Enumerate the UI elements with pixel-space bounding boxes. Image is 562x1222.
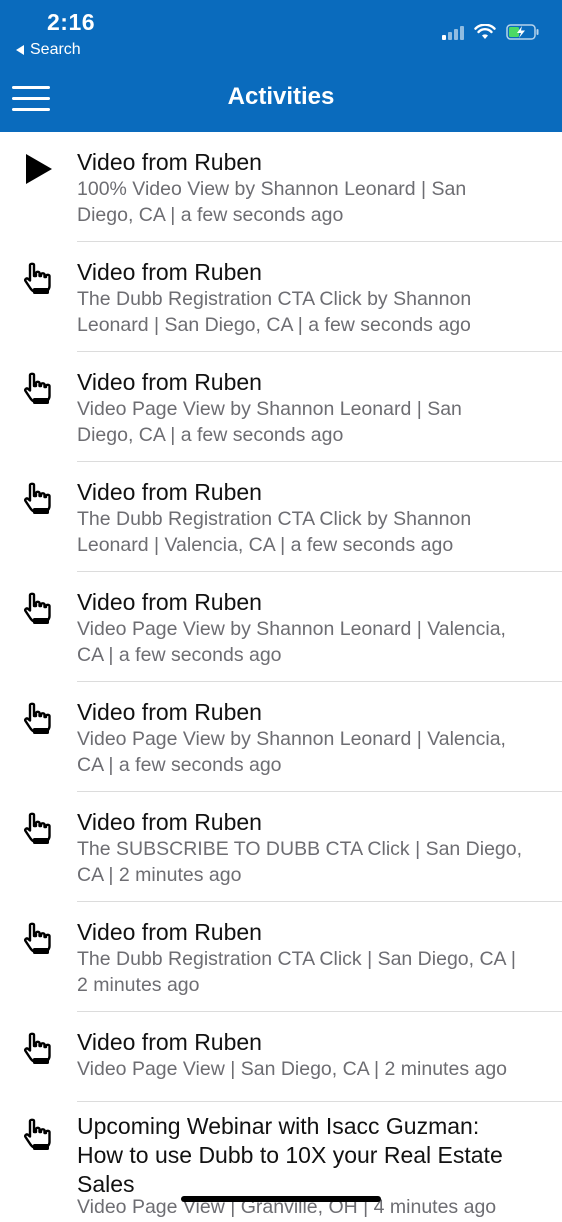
activity-title: Video from Ruben <box>77 809 262 835</box>
activity-title: How to use Dubb to 10X your Real Estate <box>77 1142 503 1168</box>
activity-detail: Video Page View by Shannon Leonard | San <box>77 398 462 420</box>
activity-detail: Diego, CA | a few seconds ago <box>77 204 344 226</box>
list-item[interactable]: Video from Ruben The SUBSCRIBE TO DUBB C… <box>0 792 562 902</box>
list-item[interactable]: Video from Ruben Video Page View by Shan… <box>0 352 562 462</box>
wifi-icon <box>474 24 496 39</box>
pointer-hand-icon <box>24 922 51 954</box>
pointer-hand-icon <box>24 1032 51 1064</box>
activity-detail: Video Page View by Shannon Leonard | Val… <box>77 618 506 640</box>
activity-detail: CA | a few seconds ago <box>77 754 282 776</box>
status-icons <box>442 24 540 40</box>
app-header: 2:16 Search Activities <box>0 0 562 132</box>
activity-title: Video from Ruben <box>77 919 262 945</box>
activity-title: Video from Ruben <box>77 369 262 395</box>
activity-title: Video from Ruben <box>77 259 262 285</box>
back-label: Search <box>30 41 81 58</box>
activity-detail: 2 minutes ago <box>77 974 200 996</box>
activity-title: Video from Ruben <box>77 1029 262 1055</box>
activity-detail: The Dubb Registration CTA Click by Shann… <box>77 288 472 310</box>
pointer-hand-icon <box>24 702 51 734</box>
back-arrow-icon <box>16 45 24 55</box>
play-icon <box>26 154 52 184</box>
activity-detail: Leonard | Valencia, CA | a few seconds a… <box>77 534 454 556</box>
activity-detail: 100% Video View by Shannon Leonard | San <box>77 178 467 200</box>
activity-title: Video from Ruben <box>77 699 262 725</box>
list-item[interactable]: Video from Ruben 100% Video View by Shan… <box>0 132 562 242</box>
list-item[interactable]: Video from Ruben The Dubb Registration C… <box>0 902 562 1012</box>
status-time: 2:16 <box>47 9 96 35</box>
pointer-hand-icon <box>24 812 51 844</box>
back-to-search-link[interactable]: Search <box>16 41 81 59</box>
pointer-hand-icon <box>24 1118 51 1150</box>
page-title: Activities <box>227 83 335 110</box>
activity-title: Upcoming Webinar with Isacc Guzman: <box>77 1113 480 1139</box>
pointer-hand-icon <box>24 262 51 294</box>
battery-charging-icon <box>506 24 539 40</box>
list-item[interactable]: Video from Ruben The Dubb Registration C… <box>0 462 562 572</box>
list-item[interactable]: Video from Ruben The Dubb Registration C… <box>0 242 562 352</box>
list-item[interactable]: Upcoming Webinar with Isacc Guzman: How … <box>0 1102 562 1222</box>
activity-detail: Leonard | San Diego, CA | a few seconds … <box>77 314 471 336</box>
activity-detail: The Dubb Registration CTA Click by Shann… <box>77 508 472 530</box>
cellular-signal-icon <box>442 26 464 40</box>
activity-title: Video from Ruben <box>77 479 262 505</box>
home-indicator <box>181 1196 381 1202</box>
pointer-hand-icon <box>24 592 51 624</box>
list-item[interactable]: Video from Ruben Video Page View | San D… <box>0 1012 562 1102</box>
activity-detail: Diego, CA | a few seconds ago <box>77 424 344 446</box>
activity-detail: The Dubb Registration CTA Click | San Di… <box>77 948 516 970</box>
activity-detail: CA | a few seconds ago <box>77 644 282 666</box>
pointer-hand-icon <box>24 372 51 404</box>
activity-title: Video from Ruben <box>77 149 262 175</box>
pointer-hand-icon <box>24 482 51 514</box>
activity-detail: CA | 2 minutes ago <box>77 864 242 886</box>
activity-title: Video from Ruben <box>77 589 262 615</box>
activity-detail: Video Page View | San Diego, CA | 2 minu… <box>77 1058 508 1080</box>
activity-detail: Video Page View by Shannon Leonard | Val… <box>77 728 506 750</box>
list-item[interactable]: Video from Ruben Video Page View by Shan… <box>0 572 562 682</box>
list-item[interactable]: Video from Ruben Video Page View by Shan… <box>0 682 562 792</box>
activity-detail: The SUBSCRIBE TO DUBB CTA Click | San Di… <box>77 838 523 860</box>
